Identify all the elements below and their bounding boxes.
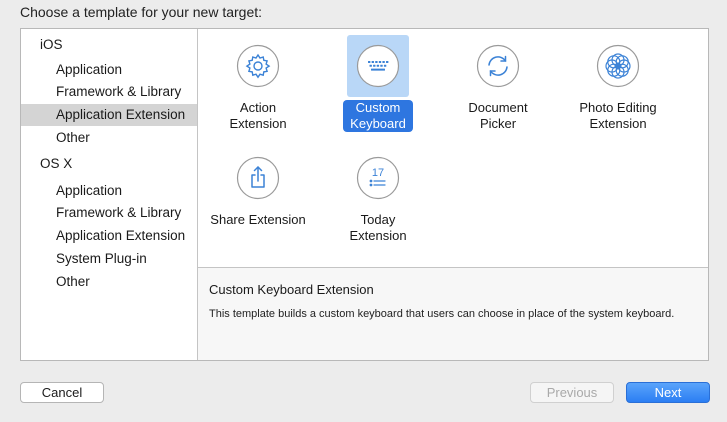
flower-icon (596, 44, 640, 88)
description-title: Custom Keyboard Extension (209, 282, 374, 297)
template-label: Custom Keyboard (343, 100, 413, 132)
template-label: Share Extension (210, 212, 306, 227)
sidebar-section-ios: iOS (40, 37, 63, 52)
template-today-extension[interactable]: 17 Today Extension (318, 147, 438, 245)
template-description-panel: Custom Keyboard Extension This template … (198, 267, 708, 360)
previous-button[interactable]: Previous (530, 382, 614, 403)
description-body: This template builds a custom keyboard t… (209, 308, 675, 320)
sync-arrows-icon (476, 44, 520, 88)
template-share-extension[interactable]: Share Extension (198, 147, 318, 229)
sidebar-item-osx-application[interactable]: Application (21, 180, 197, 202)
next-button[interactable]: Next (626, 382, 710, 403)
template-document-picker[interactable]: Document Picker (438, 35, 558, 133)
sidebar-item-ios-application-extension[interactable]: Application Extension (21, 104, 197, 126)
calendar-list-icon: 17 (356, 156, 400, 200)
sidebar-item-ios-other[interactable]: Other (21, 127, 197, 149)
dialog-title: Choose a template for your new target: (20, 4, 263, 20)
sidebar-item-osx-framework-library[interactable]: Framework & Library (21, 202, 197, 224)
share-icon (236, 156, 280, 200)
cancel-button[interactable]: Cancel (20, 382, 104, 403)
template-label: Action Extension (229, 100, 287, 131)
sidebar-item-osx-other[interactable]: Other (21, 271, 197, 293)
template-grid: Action Extension Custom Keyboard Documen… (198, 29, 708, 267)
sidebar-item-osx-application-extension[interactable]: Application Extension (21, 225, 197, 247)
sidebar-item-osx-system-plugin[interactable]: System Plug-in (21, 248, 197, 270)
calendar-day-text: 17 (372, 167, 384, 179)
template-action-extension[interactable]: Action Extension (198, 35, 318, 133)
template-label: Photo Editing Extension (579, 100, 657, 131)
keyboard-icon (356, 44, 400, 88)
template-label: Today Extension (349, 212, 407, 243)
template-chooser-panel: iOS Application Framework & Library Appl… (20, 28, 709, 361)
template-photo-editing-extension[interactable]: Photo Editing Extension (558, 35, 678, 133)
gear-icon (236, 44, 280, 88)
platform-sidebar: iOS Application Framework & Library Appl… (21, 29, 198, 360)
template-custom-keyboard[interactable]: Custom Keyboard (318, 35, 438, 133)
sidebar-item-ios-framework-library[interactable]: Framework & Library (21, 81, 197, 103)
sidebar-section-osx: OS X (40, 156, 73, 171)
template-label: Document Picker (468, 100, 528, 131)
sidebar-item-ios-application[interactable]: Application (21, 59, 197, 81)
